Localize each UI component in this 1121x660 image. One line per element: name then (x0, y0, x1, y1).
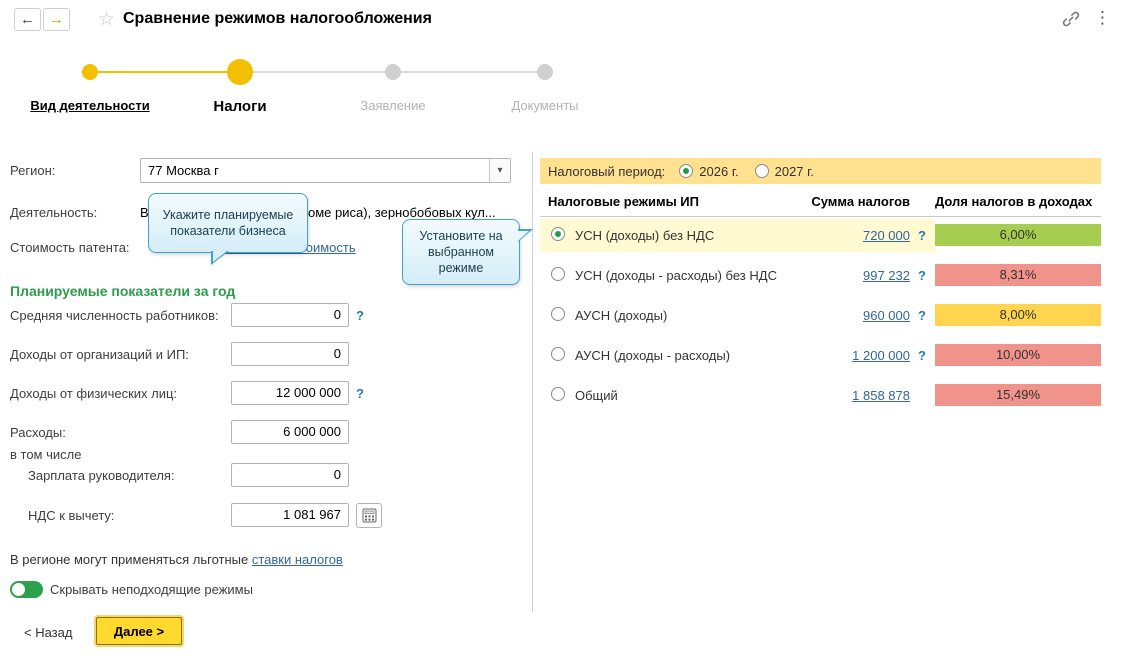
calculator-button[interactable] (356, 503, 382, 528)
avg-employees-input[interactable]: 0 (231, 303, 349, 327)
header-divider (540, 216, 1101, 217)
forward-arrow-icon: → (49, 11, 64, 28)
avg-employees-label: Средняя численность работников: (10, 308, 219, 323)
back-step-button[interactable]: < Назад (18, 621, 78, 644)
benefits-text: В регионе могут применяться льготные ста… (10, 552, 343, 567)
sum-help-icon[interactable]: ? (918, 228, 926, 243)
indicators-section-title: Планируемые показатели за год (10, 283, 236, 299)
regime-name[interactable]: УСН (доходы - расходы) без НДС (575, 268, 777, 283)
tooltip-indicators: Укажите планируемые показатели бизнеса (148, 193, 308, 265)
director-salary-input[interactable]: 0 (231, 463, 349, 487)
vat-deduction-label: НДС к вычету: (28, 508, 115, 523)
tooltip-tail-inner (518, 231, 529, 241)
back-button[interactable]: ← (14, 8, 41, 31)
director-salary-label: Зарплата руководителя: (28, 468, 175, 483)
column-header-sum: Сумма налогов (811, 194, 910, 209)
regime-radio-usn-dohody[interactable] (551, 227, 565, 241)
sum-link[interactable]: 1 200 000 (852, 348, 910, 363)
favorite-star-icon[interactable]: ☆ (98, 8, 115, 31)
region-label: Регион: (10, 163, 56, 178)
more-menu-icon[interactable]: ⋮ (1094, 8, 1111, 28)
regime-radio-usn-dr[interactable] (551, 267, 565, 281)
next-step-button[interactable]: Далее > (96, 617, 182, 645)
hide-unsuitable-toggle[interactable] (10, 581, 43, 598)
including-label: в том числе (10, 447, 82, 462)
sum-link[interactable]: 997 232 (863, 268, 910, 283)
wizard-line-done (90, 71, 240, 73)
regime-name[interactable]: АУСН (доходы - расходы) (575, 348, 730, 363)
regime-name[interactable]: УСН (доходы) без НДС (575, 228, 714, 243)
vat-deduction-input[interactable]: 1 081 967 (231, 503, 349, 527)
wizard-dot-application (385, 64, 401, 80)
region-value: 77 Москва г (148, 163, 219, 178)
regime-name[interactable]: АУСН (доходы) (575, 308, 667, 323)
forward-button[interactable]: → (43, 8, 70, 31)
tax-period-label: Налоговый период: (548, 163, 666, 179)
region-combobox[interactable]: 77 Москва г ▾ (140, 158, 511, 183)
page-title: Сравнение режимов налогообложения (123, 10, 432, 27)
activity-label: Деятельность: (10, 205, 98, 220)
org-income-input[interactable]: 0 (231, 342, 349, 366)
avg-employees-help-icon[interactable]: ? (356, 308, 364, 323)
back-arrow-icon: ← (20, 11, 35, 28)
expenses-label: Расходы: (10, 425, 66, 440)
period-2027-radio[interactable] (754, 164, 769, 178)
share-badge: 8,00% (935, 304, 1101, 326)
period-2026-radio[interactable] (679, 164, 694, 178)
share-badge: 8,31% (935, 264, 1101, 286)
link-icon[interactable] (1062, 10, 1080, 31)
app-window: ← → ☆ Сравнение режимов налогообложения … (0, 0, 1121, 660)
tooltip-select-regime-text: Установите на выбранном режиме (419, 228, 503, 276)
wizard-step-application[interactable]: Заявление (333, 98, 453, 113)
regime-sum: 997 232 (770, 268, 910, 283)
org-income-label: Доходы от организаций и ИП: (10, 347, 189, 362)
toggle-knob (12, 583, 25, 596)
benefits-text-static: В регионе могут применяться льготные (10, 552, 252, 567)
wizard-dot-documents (537, 64, 553, 80)
expenses-input[interactable]: 6 000 000 (231, 420, 349, 444)
sum-link[interactable]: 960 000 (863, 308, 910, 323)
wizard-dot-taxes (227, 59, 253, 85)
tax-period-bar: Налоговый период: 2026 г. 2027 г. (540, 158, 1101, 184)
individuals-income-label: Доходы от физических лиц: (10, 386, 178, 401)
column-header-share: Доля налогов в доходах (935, 194, 1093, 209)
sum-link[interactable]: 720 000 (863, 228, 910, 243)
tooltip-indicators-text: Укажите планируемые показатели бизнеса (162, 207, 294, 238)
calculator-icon (362, 508, 376, 523)
share-badge: 6,00% (935, 224, 1101, 246)
wizard-step-taxes[interactable]: Налоги (180, 98, 300, 115)
regime-radio-obshchiy[interactable] (551, 387, 565, 401)
column-header-regimes: Налоговые режимы ИП (548, 194, 699, 209)
individuals-income-input[interactable]: 12 000 000 (231, 381, 349, 405)
wizard-step-documents[interactable]: Документы (485, 98, 605, 113)
patent-cost-label: Стоимость патента: (10, 240, 130, 255)
regime-sum: 960 000 (770, 308, 910, 323)
regime-sum: 1 200 000 (770, 348, 910, 363)
tax-rates-link[interactable]: ставки налогов (252, 552, 343, 567)
period-2026-label[interactable]: 2026 г. (699, 164, 738, 179)
panel-divider (532, 152, 533, 612)
regime-sum: 1 858 878 (770, 388, 910, 403)
sum-help-icon[interactable]: ? (918, 308, 926, 323)
period-2027-label[interactable]: 2027 г. (775, 164, 814, 179)
sum-link[interactable]: 1 858 878 (852, 388, 910, 403)
wizard-dot-activity (82, 64, 98, 80)
regime-sum: 720 000 (770, 228, 910, 243)
tooltip-select-regime: Установите на выбранном режиме (402, 219, 533, 285)
sum-help-icon[interactable]: ? (918, 348, 926, 363)
sum-help-icon[interactable]: ? (918, 268, 926, 283)
share-badge: 15,49% (935, 384, 1101, 406)
regime-radio-ausn-dohody[interactable] (551, 307, 565, 321)
chevron-down-icon[interactable]: ▾ (489, 159, 510, 182)
tooltip-tail-inner (213, 251, 227, 262)
individuals-income-help-icon[interactable]: ? (356, 386, 364, 401)
regime-radio-ausn-dr[interactable] (551, 347, 565, 361)
share-badge: 10,00% (935, 344, 1101, 366)
regime-name[interactable]: Общий (575, 388, 618, 403)
hide-unsuitable-label: Скрывать неподходящие режимы (50, 582, 253, 597)
wizard-step-activity[interactable]: Вид деятельности (20, 98, 160, 113)
